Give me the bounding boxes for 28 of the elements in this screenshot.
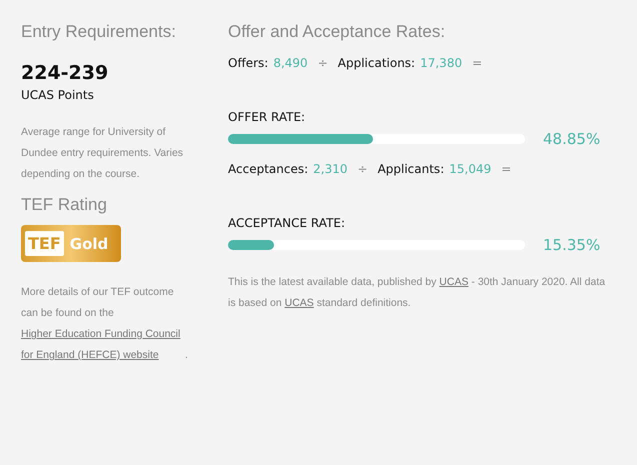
ucas-link[interactable]: UCAS [439, 276, 468, 288]
formula-label: Offers: [228, 56, 268, 70]
rate-percentage: 48.85% [543, 130, 600, 148]
section-heading: Entry Requirements: [21, 22, 177, 42]
operator: = [501, 162, 512, 176]
operator: = [472, 56, 482, 70]
rate-label: OFFER RATE: [228, 110, 306, 124]
formula-value: 8,490 [273, 56, 308, 70]
hefce-link[interactable]: Higher Education Funding Council for England (HEFCE) website [21, 324, 185, 366]
section-heading: TEF Rating [21, 195, 108, 215]
formula-label: Acceptances: [228, 162, 308, 176]
data-source-note: This is the latest available data, published by UCAS - 30th January 2020. All data is based on UCAS standard definitions. [228, 275, 606, 311]
formula-value: 15,049 [449, 162, 492, 176]
formula-value: 17,380 [420, 56, 462, 70]
ucas-link[interactable]: UCAS [284, 297, 314, 309]
tef-note: More details of our TEF outcome can be found on the Higher Education Funding Council for England (HEFCE) website . [21, 282, 189, 366]
rate-percentage: 15.35% [543, 236, 600, 254]
formula-label: Applications: [338, 56, 416, 70]
formula-value: 2,310 [313, 162, 348, 176]
points-range: 224-239 [21, 62, 110, 84]
tef-rating-badge: TEF Gold [21, 225, 121, 262]
operator: ÷ [318, 56, 328, 70]
rate-label: ACCEPTANCE RATE: [228, 216, 346, 230]
operator: ÷ [358, 162, 368, 176]
formula-label: Applicants: [378, 162, 444, 176]
points-label: UCAS Points [21, 88, 95, 102]
range-note: Average range for University of Dundee entry requirements. Varies depending on the course. [21, 125, 184, 182]
section-heading: Offer and Acceptance Rates: [228, 22, 446, 42]
